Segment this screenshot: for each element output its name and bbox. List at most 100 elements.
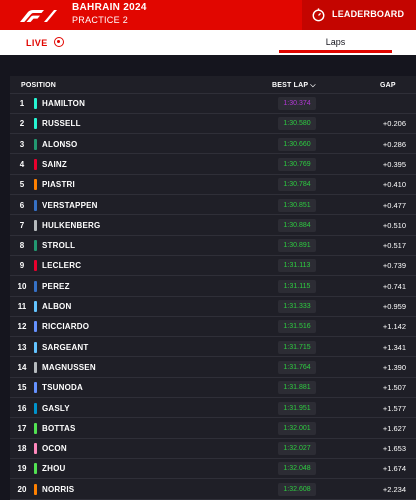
gap-value: +1.341	[382, 342, 406, 352]
gap-value: +0.395	[382, 159, 406, 169]
best-lap-time: 1:31.881	[278, 381, 316, 395]
gap-value: +1.390	[382, 362, 406, 372]
gap-value: +0.517	[382, 241, 406, 251]
best-lap-time: 1:32.048	[278, 462, 316, 476]
driver-name: ZHOU	[42, 464, 66, 474]
driver-name: PIASTRI	[42, 180, 75, 190]
best-lap-time: 1:30.891	[278, 239, 316, 253]
live-indicator-icon	[54, 37, 64, 47]
row-position: 8	[19, 241, 25, 251]
f1-logo	[20, 10, 57, 22]
row-position: 11	[17, 302, 27, 311]
driver-name: STROLL	[42, 241, 76, 251]
driver-name: BOTTAS	[42, 423, 76, 433]
table-row[interactable]: 13 SARGEANT 1:31.715 +1.341	[10, 338, 416, 358]
team-color-bar	[34, 179, 37, 191]
gap-value: +0.739	[382, 261, 406, 271]
gap-value: +0.286	[382, 139, 406, 149]
best-lap-time: 1:31.951	[278, 401, 316, 415]
table-row[interactable]: 7 HULKENBERG 1:30.884 +0.510	[10, 216, 416, 236]
team-color-bar	[34, 260, 37, 272]
row-position: 6	[19, 200, 25, 210]
driver-name: SAINZ	[42, 159, 67, 169]
table-row[interactable]: 20 NORRIS 1:32.608 +2.234	[10, 480, 416, 500]
row-position: 4	[19, 159, 25, 169]
gap-value: +1.653	[382, 444, 406, 454]
team-color-bar	[34, 219, 37, 231]
table-row[interactable]: 18 OCON 1:32.027 +1.653	[10, 439, 416, 459]
table-row[interactable]: 9 LECLERC 1:31.113 +0.739	[10, 256, 416, 277]
table-row[interactable]: 17 BOTTAS 1:32.001 +1.627	[10, 419, 416, 439]
column-best-lap-header[interactable]: BEST LAP ⌵	[272, 82, 316, 90]
gap-value: +1.577	[382, 403, 406, 413]
spacer	[0, 55, 416, 76]
team-color-bar	[34, 483, 37, 495]
best-lap-time: 1:30.374	[278, 97, 316, 110]
best-lap-time: 1:30.784	[278, 178, 316, 192]
gap-value: +0.510	[382, 220, 406, 230]
row-position: 14	[17, 362, 27, 372]
table-row[interactable]: 14 MAGNUSSEN 1:31.764 +1.390	[10, 358, 416, 378]
table-row[interactable]: 19 ZHOU 1:32.048 +1.674	[10, 459, 416, 480]
table-row[interactable]: 15 TSUNODA 1:31.881 +1.507	[10, 378, 416, 399]
driver-name: SARGEANT	[42, 342, 89, 352]
driver-name: HAMILTON	[42, 99, 86, 108]
gap-value: +1.142	[382, 322, 406, 332]
row-position: 12	[17, 322, 27, 332]
best-lap-time: 1:31.113	[278, 259, 316, 273]
table-row[interactable]: 5 PIASTRI 1:30.784 +0.410	[10, 175, 416, 196]
driver-name: LECLERC	[42, 261, 82, 271]
tab-bar: LIVE Laps	[0, 30, 416, 55]
best-lap-time: 1:31.115	[278, 279, 316, 293]
best-lap-time: 1:30.580	[278, 117, 316, 131]
table-header: POSITION BEST LAP ⌵ GAP	[10, 76, 416, 94]
best-lap-time: 1:31.764	[278, 360, 316, 374]
table-row[interactable]: 8 STROLL 1:30.891 +0.517	[10, 236, 416, 256]
best-lap-time: 1:31.516	[278, 320, 316, 334]
leaderboard-button[interactable]: LEADERBOARD	[302, 0, 416, 30]
best-lap-header-label: BEST LAP	[272, 82, 309, 89]
table-row[interactable]: 11 ALBON 1:31.333 +0.959	[10, 297, 416, 317]
team-color-bar	[34, 240, 37, 252]
gap-value: +0.959	[382, 302, 406, 311]
driver-name: ALBON	[42, 302, 72, 311]
table-row[interactable]: 12 RICCIARDO 1:31.516 +1.142	[10, 317, 416, 338]
row-position: 9	[19, 261, 25, 271]
row-position: 1	[19, 99, 25, 108]
gap-value: +1.627	[382, 423, 406, 433]
driver-name: OCON	[42, 444, 67, 454]
gap-value: +0.477	[382, 200, 406, 210]
driver-name: VERSTAPPEN	[42, 200, 98, 210]
row-position: 19	[17, 464, 27, 474]
stopwatch-icon	[312, 8, 325, 22]
table-row[interactable]: 2 RUSSELL 1:30.580 +0.206	[10, 114, 416, 135]
driver-name: TSUNODA	[42, 383, 83, 393]
gap-value: +0.410	[382, 180, 406, 190]
driver-name: RUSSELL	[42, 119, 81, 129]
best-lap-time: 1:31.333	[278, 300, 316, 313]
chevron-down-icon: ⌵	[310, 82, 316, 89]
gap-value: +0.206	[382, 119, 406, 129]
driver-name: NORRIS	[42, 484, 75, 494]
best-lap-time: 1:30.769	[278, 157, 316, 171]
best-lap-time: 1:30.851	[278, 198, 316, 212]
best-lap-time: 1:31.715	[278, 340, 316, 354]
team-color-bar	[34, 382, 37, 394]
driver-name: HULKENBERG	[42, 220, 101, 230]
table-row[interactable]: 16 GASLY 1:31.951 +1.577	[10, 399, 416, 419]
team-color-bar	[34, 341, 37, 353]
row-position: 20	[17, 484, 27, 494]
best-lap-time: 1:30.884	[278, 218, 316, 232]
table-row[interactable]: 3 ALONSO 1:30.660 +0.286	[10, 135, 416, 155]
team-color-bar	[34, 301, 37, 312]
table-row[interactable]: 10 PEREZ 1:31.115 +0.741	[10, 277, 416, 297]
table-row[interactable]: 4 SAINZ 1:30.769 +0.395	[10, 155, 416, 175]
column-position-header: POSITION	[21, 82, 57, 89]
table-row[interactable]: 6 VERSTAPPEN 1:30.851 +0.477	[10, 196, 416, 216]
team-color-bar	[34, 321, 37, 333]
row-position: 15	[17, 383, 27, 393]
team-color-bar	[34, 98, 37, 109]
team-color-bar	[34, 361, 37, 373]
row-position: 3	[19, 139, 25, 149]
table-row[interactable]: 1 HAMILTON 1:30.374	[10, 94, 416, 114]
